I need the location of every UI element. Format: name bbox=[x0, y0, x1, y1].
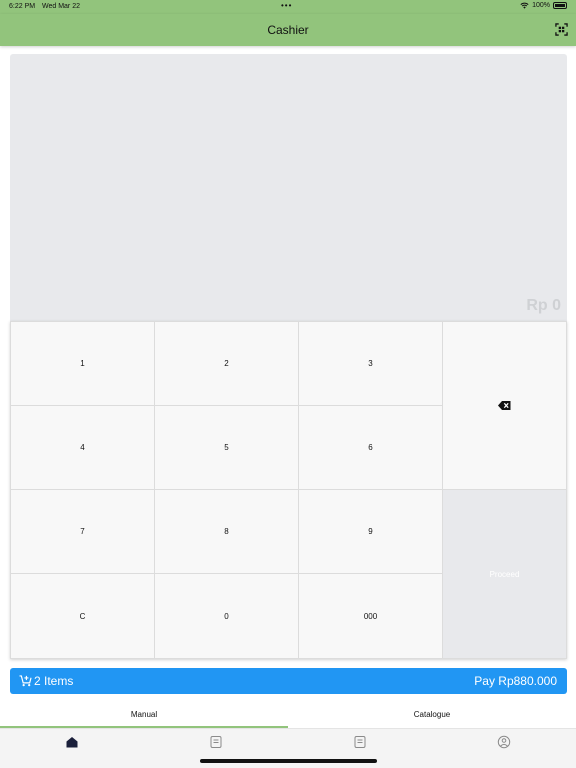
key-2[interactable]: 2 bbox=[154, 321, 299, 406]
home-icon[interactable] bbox=[65, 735, 79, 749]
backspace-icon bbox=[498, 401, 511, 410]
key-4[interactable]: 4 bbox=[10, 405, 155, 490]
status-time: 6:22 PM bbox=[9, 3, 36, 10]
cart-summary: 2 Items bbox=[19, 674, 73, 688]
proceed-button[interactable]: Proceed bbox=[442, 489, 567, 659]
key-000[interactable]: 000 bbox=[298, 573, 443, 659]
amount-display: Rp 0 bbox=[10, 54, 567, 321]
app-bar: Cashier bbox=[0, 14, 576, 46]
status-bar: 6:22 PM Wed Mar 22 ••• 100% bbox=[0, 0, 576, 14]
receipt-icon[interactable] bbox=[353, 735, 367, 749]
cart-add-icon bbox=[19, 675, 32, 687]
key-3[interactable]: 3 bbox=[298, 321, 443, 406]
pay-total: Pay Rp880.000 bbox=[474, 674, 557, 688]
battery-icon bbox=[553, 2, 567, 9]
key-clear[interactable]: C bbox=[10, 573, 155, 659]
status-right: 100% bbox=[520, 2, 567, 9]
cart-pay-bar[interactable]: 2 Items Pay Rp880.000 bbox=[10, 668, 567, 694]
key-9[interactable]: 9 bbox=[298, 489, 443, 574]
tab-catalogue[interactable]: Catalogue bbox=[288, 705, 576, 728]
keypad: 1 2 3 4 5 6 7 8 9 C 0 000 Proceed bbox=[10, 321, 567, 659]
home-indicator bbox=[200, 759, 377, 763]
page-title: Cashier bbox=[267, 23, 309, 37]
key-5[interactable]: 5 bbox=[154, 405, 299, 490]
key-6[interactable]: 6 bbox=[298, 405, 443, 490]
multitask-dots[interactable]: ••• bbox=[281, 1, 292, 10]
key-1[interactable]: 1 bbox=[10, 321, 155, 406]
note-icon[interactable] bbox=[209, 735, 223, 749]
backspace-button[interactable] bbox=[442, 321, 567, 490]
qr-scan-icon[interactable] bbox=[555, 23, 568, 36]
amount-value: Rp 0 bbox=[526, 297, 561, 314]
wifi-icon bbox=[520, 2, 529, 9]
key-8[interactable]: 8 bbox=[154, 489, 299, 574]
account-icon[interactable] bbox=[497, 735, 511, 749]
battery-percent: 100% bbox=[532, 2, 550, 9]
key-0[interactable]: 0 bbox=[154, 573, 299, 659]
cart-items-count: 2 Items bbox=[34, 674, 74, 688]
mode-tabs: Manual Catalogue bbox=[0, 705, 576, 728]
tab-manual[interactable]: Manual bbox=[0, 705, 288, 728]
key-7[interactable]: 7 bbox=[10, 489, 155, 574]
status-date: Wed Mar 22 bbox=[42, 3, 80, 10]
